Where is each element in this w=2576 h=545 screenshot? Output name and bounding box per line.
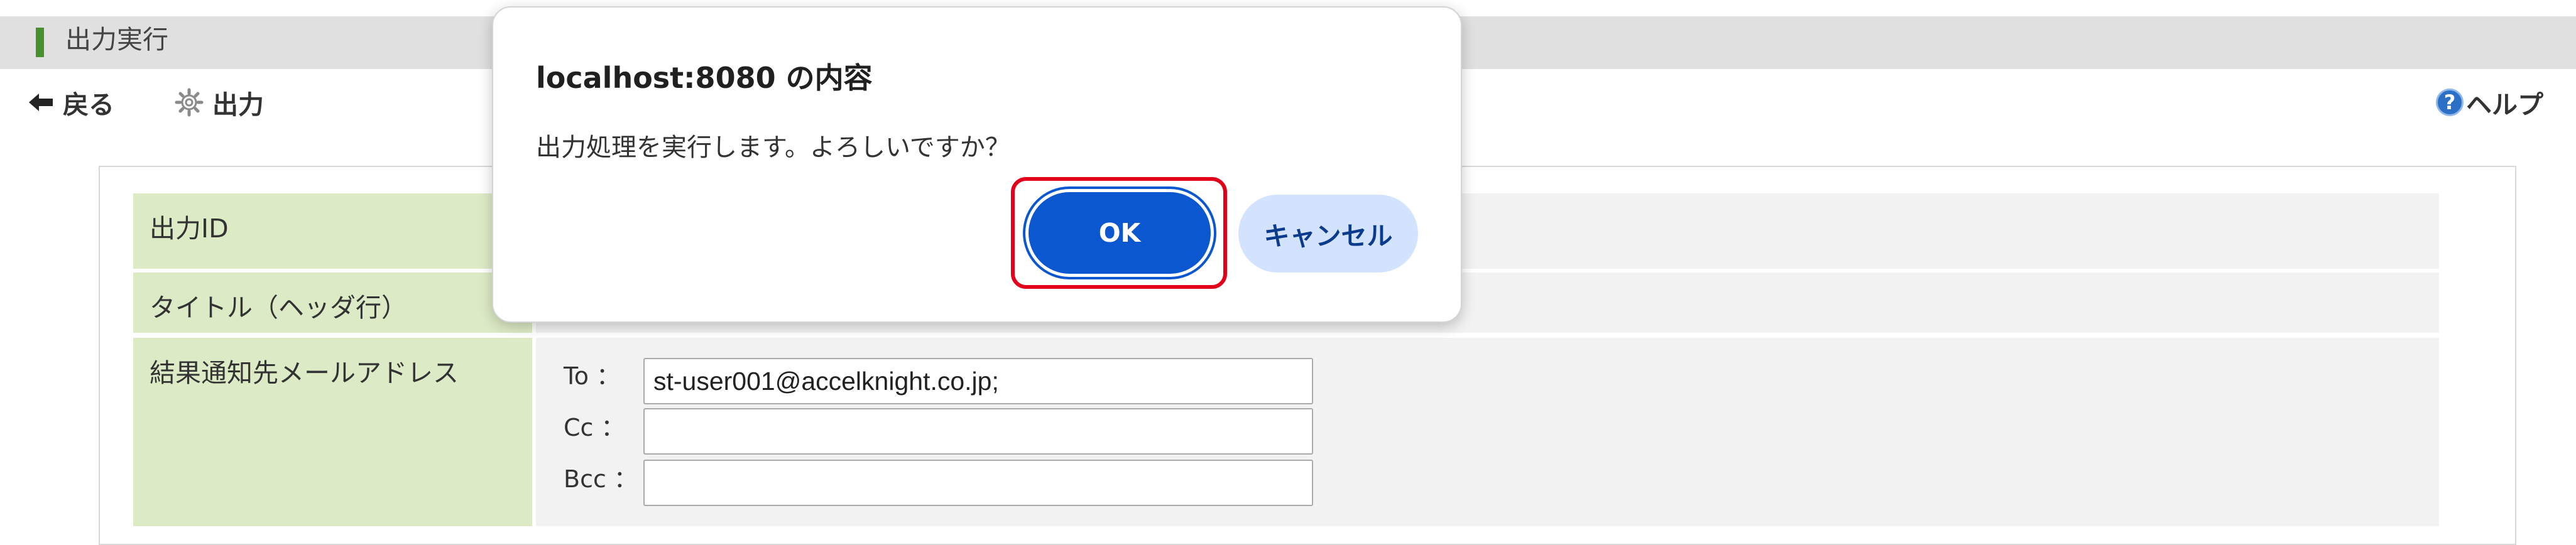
page-title: 出力実行: [65, 24, 168, 55]
to-email-input[interactable]: [643, 358, 1313, 404]
help-label: ヘルプ: [2466, 90, 2543, 120]
help-icon: ?: [2436, 89, 2464, 116]
cc-email-input[interactable]: [643, 408, 1313, 455]
notify-email-label: 結果通知先メールアドレス: [133, 338, 532, 526]
bcc-label: Bcc ：: [564, 465, 638, 493]
back-button[interactable]: 戻る: [28, 87, 114, 120]
form-row-notify-email: 結果通知先メールアドレス To ： Cc ： Bcc ：: [133, 338, 2439, 526]
title-header-label: タイトル（ヘッダ行）: [133, 272, 532, 333]
cancel-button[interactable]: キャンセル: [1238, 195, 1418, 272]
arrow-left-icon: [29, 94, 53, 111]
title-marker: [36, 28, 44, 57]
dialog-title: localhost:8080 の内容: [536, 61, 873, 95]
help-button[interactable]: ? ヘルプ: [2436, 87, 2543, 120]
ok-button[interactable]: OK: [1029, 192, 1211, 274]
confirm-dialog: localhost:8080 の内容 出力処理を実行します。よろしいですか？ O…: [492, 6, 1462, 323]
dialog-message: 出力処理を実行します。よろしいですか？: [536, 133, 1010, 162]
cc-label: Cc ：: [564, 414, 625, 441]
output-button[interactable]: 出力: [175, 87, 264, 120]
output-label: 出力: [212, 90, 264, 120]
to-label: To ：: [564, 362, 621, 390]
gear-icon: [175, 88, 204, 117]
notify-email-value: To ： Cc ： Bcc ：: [536, 338, 2439, 526]
back-label: 戻る: [63, 90, 114, 120]
bcc-email-input[interactable]: [643, 460, 1313, 506]
output-id-label: 出力ID: [133, 193, 532, 269]
